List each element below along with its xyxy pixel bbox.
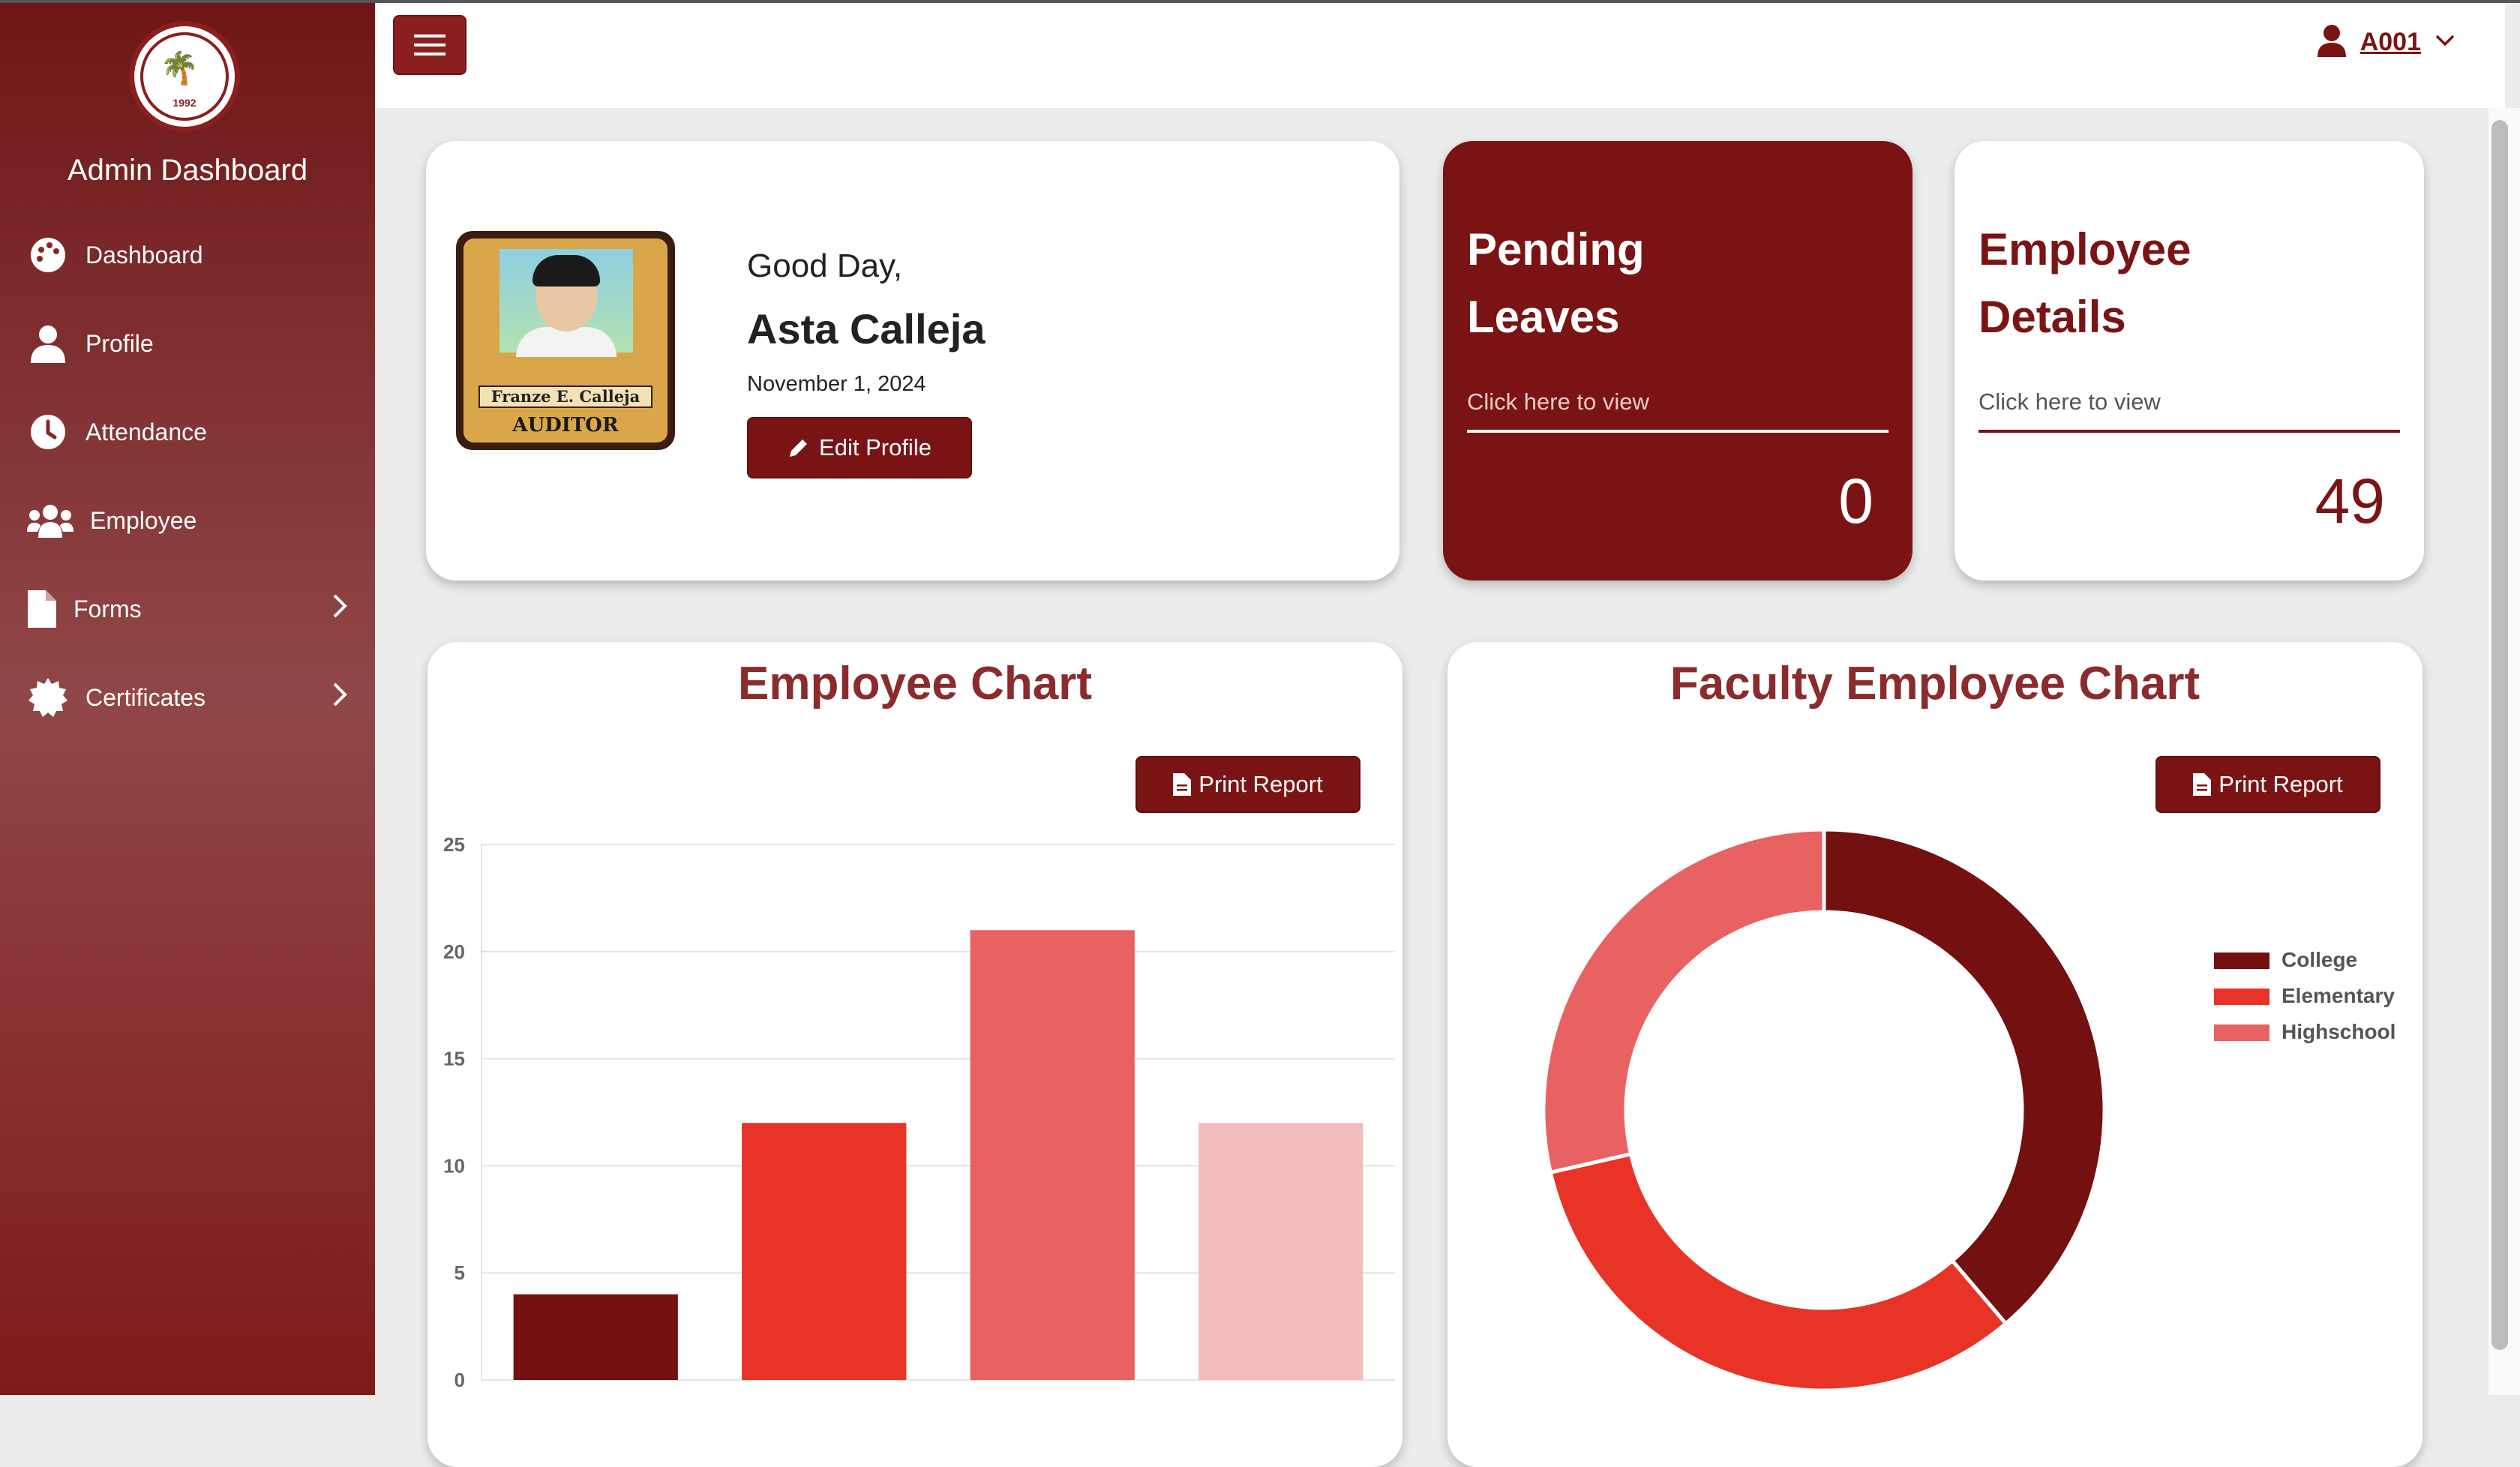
employee-chart-title: Employee Chart [737, 658, 1093, 710]
avatar-card-role: AUDITOR [512, 414, 619, 436]
edit-profile-label: Edit Profile [819, 434, 932, 460]
legend-label: Highschool [2282, 1020, 2396, 1043]
print-report-button[interactable]: Print Report [1136, 756, 1360, 813]
chevron-right-icon [332, 682, 348, 713]
bar[interactable] [970, 930, 1135, 1380]
scrollbar-thumb[interactable] [2492, 120, 2508, 1350]
top-header: A001 [375, 3, 2505, 108]
sidebar-item-label: Certificates [86, 683, 206, 711]
user-icon [27, 322, 69, 364]
faculty-chart-title: Faculty Employee Chart [1670, 658, 2200, 710]
pending-leaves-title: Pending Leaves [1467, 224, 1645, 342]
sidebar-item-label: Attendance [86, 418, 207, 446]
greeting-text: Good Day, [747, 248, 903, 284]
sidebar-item-profile[interactable]: Profile [27, 314, 348, 374]
sidebar-item-label: Dashboard [86, 241, 203, 268]
sidebar-item-certificates[interactable]: Certificates [27, 668, 348, 728]
print-report-label: Print Report [1198, 771, 1323, 797]
current-date: November 1, 2024 [747, 372, 926, 396]
faculty-donut-chart: College Elementary Highschool [1541, 827, 2396, 1393]
sidebar-item-forms[interactable]: Forms [27, 579, 348, 639]
faculty-chart-card: Faculty Employee Chart Print Report Coll… [1448, 642, 2422, 1467]
legend-label: Elementary [2282, 984, 2395, 1007]
palm-tree-icon: 🌴 [160, 50, 200, 86]
sidebar: 🌴 1992 Admin Dashboard Dashboard Profile… [0, 0, 375, 1395]
file-icon [2193, 773, 2212, 796]
pending-leaves-card[interactable]: Pending Leaves Click here to view 0 [1443, 141, 1912, 580]
employee-details-title: Employee Details [1978, 224, 2192, 342]
y-tick-label: 10 [443, 1154, 465, 1177]
sidebar-item-label: Employee [90, 506, 197, 534]
window-top-border [0, 0, 2520, 3]
pending-leaves-count: 0 [1838, 466, 1874, 536]
employee-details-card[interactable]: Employee Details Click here to view 49 [1954, 141, 2424, 580]
hamburger-icon [414, 34, 446, 56]
y-tick-label: 5 [454, 1262, 465, 1284]
edit-profile-button[interactable]: Edit Profile [747, 417, 972, 478]
user-icon [2317, 24, 2347, 61]
file-icon [27, 588, 57, 630]
bar[interactable] [742, 1123, 907, 1380]
users-icon [27, 500, 74, 542]
certificate-icon [27, 676, 69, 718]
employee-count: 49 [2314, 466, 2385, 536]
sidebar-item-dashboard[interactable]: Dashboard [27, 225, 348, 285]
pending-leaves-link[interactable]: Click here to view [1467, 388, 1649, 416]
pencil-icon [790, 440, 808, 457]
donut-slice[interactable] [1548, 1151, 2008, 1393]
y-tick-label: 20 [443, 940, 465, 963]
print-report-button[interactable]: Print Report [2156, 756, 2380, 813]
sidebar-item-label: Forms [74, 595, 142, 622]
sidebar-item-label: Profile [86, 329, 154, 357]
chevron-down-icon[interactable] [2434, 34, 2456, 51]
sidebar-title: Admin Dashboard [67, 154, 308, 187]
sidebar-item-attendance[interactable]: Attendance [27, 402, 348, 462]
user-name: Asta Calleja [747, 305, 986, 352]
logo-year: 1992 [172, 97, 196, 109]
profile-card: Franze E. Calleja AUDITOR Good Day, Asta… [426, 141, 1400, 580]
school-logo: 🌴 1992 [129, 21, 240, 132]
palette-icon [27, 234, 69, 276]
employee-details-link[interactable]: Click here to view [1978, 388, 2161, 416]
menu-toggle-button[interactable] [393, 15, 466, 75]
legend-swatch [2214, 952, 2270, 969]
user-menu[interactable]: A001 [2317, 24, 2456, 61]
legend-swatch [2214, 1024, 2270, 1041]
bar[interactable] [1198, 1123, 1364, 1380]
donut-slice[interactable] [1541, 827, 1826, 1175]
user-id-link[interactable]: A001 [2360, 28, 2421, 57]
sidebar-item-employee[interactable]: Employee [27, 490, 348, 550]
donut-slice[interactable] [1822, 827, 2107, 1327]
avatar: Franze E. Calleja AUDITOR [456, 231, 675, 450]
y-tick-label: 0 [454, 1369, 465, 1391]
bar[interactable] [513, 1294, 678, 1380]
y-tick-label: 15 [443, 1048, 465, 1070]
employee-chart-card: Employee Chart Print Report 0 5 10 15 20 25 [428, 642, 1402, 1467]
chevron-right-icon [332, 593, 348, 625]
legend-swatch [2214, 988, 2270, 1005]
file-icon [1173, 773, 1192, 796]
employee-bar-chart: 0 5 10 15 20 25 [443, 833, 1395, 1391]
divider [1467, 430, 1888, 433]
legend-label: College [2282, 948, 2357, 971]
y-tick-label: 25 [443, 833, 465, 856]
clock-icon [27, 411, 69, 453]
print-report-label: Print Report [2218, 771, 2343, 797]
avatar-card-name: Franze E. Calleja [478, 386, 652, 408]
divider [1978, 430, 2400, 433]
